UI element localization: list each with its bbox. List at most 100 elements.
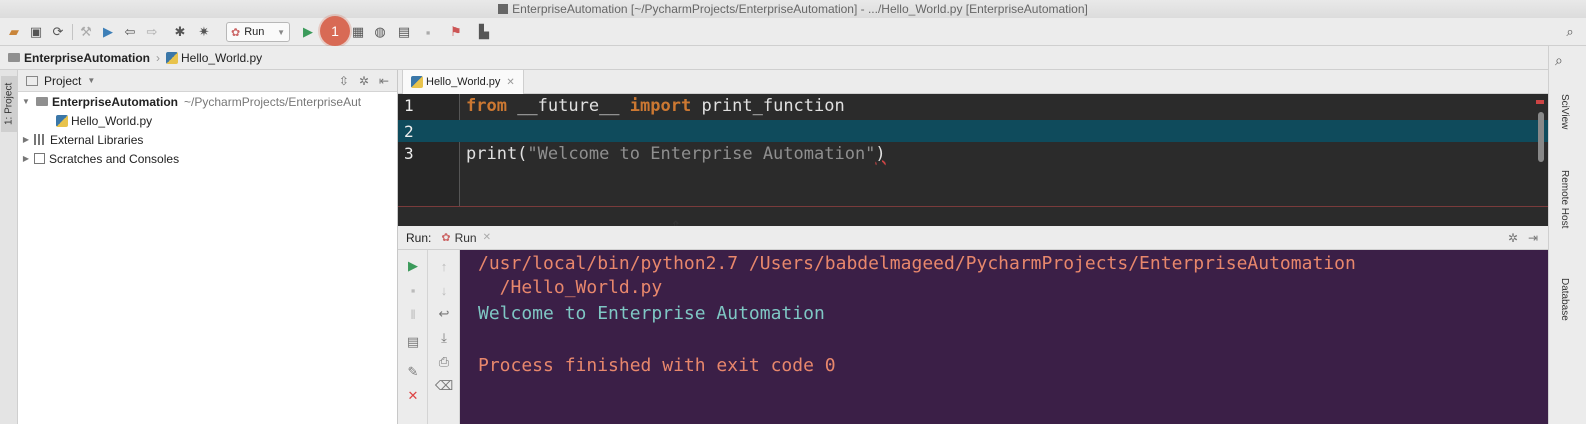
- console-line: /Hello_World.py: [478, 277, 663, 298]
- python-file-icon: [56, 114, 68, 127]
- trash-icon[interactable]: ⌫: [435, 378, 453, 394]
- tree-item-scratches[interactable]: ▶ Scratches and Consoles: [18, 149, 397, 168]
- line-number: 1: [404, 96, 414, 115]
- folder-icon: [8, 53, 20, 62]
- module-name: __future__: [506, 96, 630, 116]
- pin-icon[interactable]: ✎: [405, 364, 421, 380]
- profile-icon[interactable]: ◍: [372, 24, 388, 40]
- editor-tab-label: Hello_World.py: [426, 76, 501, 88]
- bug-icon[interactable]: ✷: [196, 24, 212, 40]
- open-icon[interactable]: ▰: [6, 24, 22, 40]
- down-arrow-icon[interactable]: ↓: [436, 282, 452, 298]
- breadcrumb: EnterpriseAutomation › Hello_World.py: [0, 46, 1586, 70]
- database-tool-tab[interactable]: Database: [1559, 278, 1570, 321]
- breadcrumb-project[interactable]: EnterpriseAutomation: [8, 51, 150, 65]
- console-line: Process finished with exit code 0: [478, 355, 836, 376]
- gear-icon[interactable]: ✲: [1508, 231, 1518, 245]
- project-panel-title[interactable]: Project: [44, 74, 81, 88]
- collapse-all-icon[interactable]: ⇳: [339, 74, 349, 88]
- save-icon[interactable]: ▣: [28, 24, 44, 40]
- debug-icon[interactable]: ✱: [172, 24, 188, 40]
- up-arrow-icon[interactable]: ↑: [436, 258, 452, 274]
- chevron-down-icon: ▼: [277, 27, 285, 37]
- rerun-icon[interactable]: ▶: [405, 258, 421, 274]
- breadcrumb-separator: ›: [156, 50, 161, 65]
- run-config-label: Run: [244, 26, 265, 38]
- editor-scrollbar[interactable]: [1538, 112, 1544, 162]
- code-editor[interactable]: 1 2 3 from __future__ import print_funct…: [398, 94, 1548, 206]
- sync-icon[interactable]: ⟳: [50, 24, 66, 40]
- callout-badge-1: 1: [320, 16, 350, 46]
- sciview-tool-tab[interactable]: SciView: [1559, 94, 1570, 129]
- tree-item-label: Scratches and Consoles: [49, 151, 180, 166]
- expand-arrow-icon[interactable]: ▶: [20, 154, 32, 163]
- closing-paren: ): [875, 144, 886, 164]
- error-stripe-marker[interactable]: [1536, 100, 1544, 104]
- keyword-import: import: [629, 96, 692, 116]
- console-line: /usr/local/bin/python2.7 /Users/babdelma…: [478, 253, 1356, 274]
- pause-icon[interactable]: ‖: [405, 306, 421, 322]
- left-tool-strip: 1: Project: [0, 70, 18, 424]
- back-icon[interactable]: ⇦: [122, 24, 138, 40]
- hide-panel-icon[interactable]: ⇤: [379, 74, 389, 88]
- python-file-icon: [166, 51, 179, 64]
- scroll-to-end-icon[interactable]: ⤓: [436, 330, 452, 346]
- vcs-icon[interactable]: ⚑: [448, 24, 464, 40]
- print-icon[interactable]: ⎙: [436, 354, 452, 370]
- coverage-icon[interactable]: ▦: [350, 24, 366, 40]
- function-call: print(: [466, 144, 528, 164]
- editor-tab-bar: Hello_World.py ✕: [398, 70, 1548, 94]
- tree-item-external-libraries[interactable]: ▶ External Libraries: [18, 130, 397, 149]
- close-icon[interactable]: ✕: [483, 232, 491, 243]
- tab-hello-world[interactable]: Hello_World.py ✕: [402, 70, 524, 94]
- chevron-down-icon[interactable]: ▼: [87, 76, 95, 85]
- tree-item-path: ~/PycharmProjects/EnterpriseAut: [184, 94, 362, 109]
- tab-run[interactable]: ✿ Run ✕: [441, 231, 491, 245]
- stop-icon[interactable]: ▪: [420, 24, 436, 40]
- expand-arrow-icon[interactable]: ▼: [20, 97, 32, 106]
- run-configuration-select[interactable]: ✿ Run ▼: [226, 22, 290, 42]
- run-console-output[interactable]: /usr/local/bin/python2.7 /Users/babdelma…: [460, 250, 1548, 424]
- project-panel-tools: ⇳ ✲ ⇤: [339, 74, 389, 88]
- search-icon[interactable]: ⌕: [1555, 52, 1563, 69]
- console-line: Welcome to Enterprise Automation: [478, 303, 825, 324]
- soft-wrap-icon[interactable]: ↩: [436, 306, 452, 322]
- window-title-bar: EnterpriseAutomation [~/PycharmProjects/…: [0, 0, 1586, 18]
- close-icon[interactable]: ✕: [506, 77, 514, 88]
- project-tool-tab[interactable]: 1: Project: [1, 76, 17, 132]
- build-icon[interactable]: ⚒: [78, 24, 94, 40]
- library-icon: [34, 134, 46, 145]
- layout-icon[interactable]: ▤: [405, 334, 421, 350]
- tree-item-hello-world[interactable]: Hello_World.py: [18, 111, 397, 130]
- stop-icon[interactable]: ▪: [405, 282, 421, 298]
- tree-item-project-root[interactable]: ▼ EnterpriseAutomation ~/PycharmProjects…: [18, 92, 397, 111]
- forward-icon[interactable]: ⇨: [144, 24, 160, 40]
- breadcrumb-file[interactable]: Hello_World.py: [166, 51, 262, 65]
- gear-icon[interactable]: ✲: [359, 74, 369, 88]
- editor-bottom-area: [398, 206, 1548, 226]
- main-toolbar: ▰ ▣ ⟳ ⚒ ▶ ⇦ ⇨ ✱ ✷ ✿ Run ▼ ▶ ▦ ◍ ▤ ▪ ⚑ ▙ …: [0, 18, 1586, 46]
- close-icon[interactable]: ✕: [405, 388, 421, 404]
- project-panel: Project ▼ ⇳ ✲ ⇤ ▼ EnterpriseAutomation ~…: [18, 70, 398, 424]
- search-icon[interactable]: ⌕: [1562, 24, 1578, 40]
- line-number-gutter: 1 2 3: [398, 94, 460, 206]
- line-number: 3: [404, 144, 414, 163]
- run-icon[interactable]: ▶: [100, 24, 116, 40]
- concurrency-icon[interactable]: ▤: [396, 24, 412, 40]
- remote-host-tool-tab[interactable]: Remote Host: [1559, 170, 1570, 228]
- run-button[interactable]: ▶: [300, 24, 316, 40]
- settings-icon[interactable]: ▙: [476, 24, 492, 40]
- python-run-icon: ✿: [441, 232, 451, 244]
- file-icon: [498, 4, 509, 14]
- tree-item-label: External Libraries: [50, 132, 144, 147]
- expand-arrow-icon[interactable]: ▶: [20, 135, 32, 144]
- window-title: EnterpriseAutomation [~/PycharmProjects/…: [512, 2, 1088, 16]
- python-file-icon: [411, 76, 423, 88]
- project-view-icon: [26, 75, 38, 86]
- breadcrumb-project-label: EnterpriseAutomation: [24, 50, 151, 65]
- python-run-icon: ✿: [231, 26, 241, 39]
- scratches-icon: [34, 153, 45, 164]
- breadcrumb-file-label: Hello_World.py: [181, 50, 263, 65]
- run-panel-tools: ✲ ⇥: [1508, 231, 1538, 245]
- minimize-icon[interactable]: ⇥: [1528, 231, 1538, 245]
